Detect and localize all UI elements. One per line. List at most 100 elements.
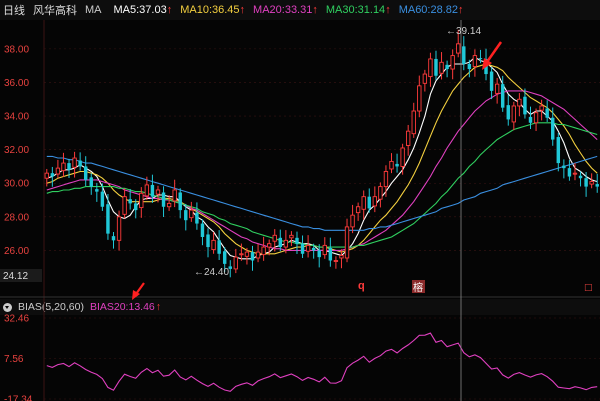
candle [289,231,294,247]
candle [545,100,549,122]
candle [528,106,533,129]
candle [355,202,361,221]
candle [255,243,261,263]
candle-body [100,191,105,207]
candle [322,237,327,259]
candle [578,171,583,187]
candle [417,75,422,118]
candle-body [417,85,422,112]
candle [344,218,350,263]
stock-chart-screen: 日线 风华高科 MA MA5:37.03 ↑ MA10:36.45 ↑ MA20:33.… [0,0,600,401]
candle-body [311,247,316,251]
marker-q[interactable]: q [358,280,365,292]
candle-body [395,163,399,167]
candle-body [139,192,144,209]
candle [106,193,110,240]
kline-svg[interactable]: 38.00 36.00 34.00 32.00 30.00 28.00 26.00 32.4… [0,0,600,401]
sub-y-tick: 7.56 [4,354,24,365]
candle-body [472,55,478,67]
candle-body [128,199,132,204]
candle-body [250,252,255,261]
candle [166,195,172,211]
candle-body [445,64,449,70]
candle [250,245,255,271]
candle-body [195,212,199,224]
candle-body [295,237,299,244]
candle-body [434,58,438,76]
candle-body [89,177,93,187]
candle-body [489,71,494,91]
candle-body [222,251,227,264]
marker-box[interactable]: □ [584,283,593,293]
candle-body [283,239,289,248]
main-y-tick: 36.00 [4,78,29,89]
candle-body [200,223,205,237]
candle-body [517,98,522,107]
candle-body [450,55,455,70]
sub-y-tick: -17.34 [4,395,33,401]
candle-body [344,226,350,259]
candle [551,107,555,146]
candle-body [578,175,583,179]
candle-body [389,160,394,170]
main-y-axis: 38.00 36.00 34.00 32.00 30.00 28.00 26.00 [4,44,29,257]
candle-body [189,209,194,219]
candle [350,204,355,234]
candle [95,182,99,202]
candle [411,102,416,138]
candle-body [239,253,244,256]
candle [78,152,82,171]
marker-rong: 榕 [413,281,423,294]
candle [428,52,433,87]
candle [445,60,449,78]
candle-body [494,83,500,94]
candle-body [150,184,155,197]
candle-body [400,147,405,167]
candle-body [383,171,389,188]
candle-body [50,173,55,177]
candlesticks [44,29,599,278]
candle-body [172,189,177,202]
candle [395,153,399,173]
candle-body [589,181,594,185]
candle-body [500,84,505,108]
candle [122,188,127,219]
candle [489,67,494,100]
candle-body [267,243,272,248]
candle [372,186,377,213]
candle-body [255,251,261,259]
candle-body [61,162,66,172]
candle [217,230,221,260]
candle [539,99,544,121]
candle-body [300,243,305,254]
candle-body [289,234,294,239]
candle-body [539,105,544,111]
candle [233,248,238,274]
candle [44,168,49,187]
candle-body [439,61,444,74]
candle [278,229,283,252]
candle-body [456,43,461,54]
candle-body [367,196,371,209]
candle [116,210,122,251]
candle [472,49,478,77]
candle-body [467,63,472,70]
candle [206,228,210,258]
candle [406,124,411,156]
candle [494,77,500,104]
candle-body [244,251,250,257]
candle-body [506,105,510,120]
low-price-label: ←24.40 [194,267,229,278]
candle-body [55,167,61,175]
candle-body [551,117,555,140]
candle [55,159,61,179]
candle [317,244,321,268]
candle [462,36,466,71]
candle-body [478,58,483,60]
candle-body [328,247,333,261]
moving-average-lines [46,56,598,260]
candle-body [422,73,428,84]
candle-body [372,196,377,207]
candle-body [523,96,527,115]
candle [517,93,522,117]
